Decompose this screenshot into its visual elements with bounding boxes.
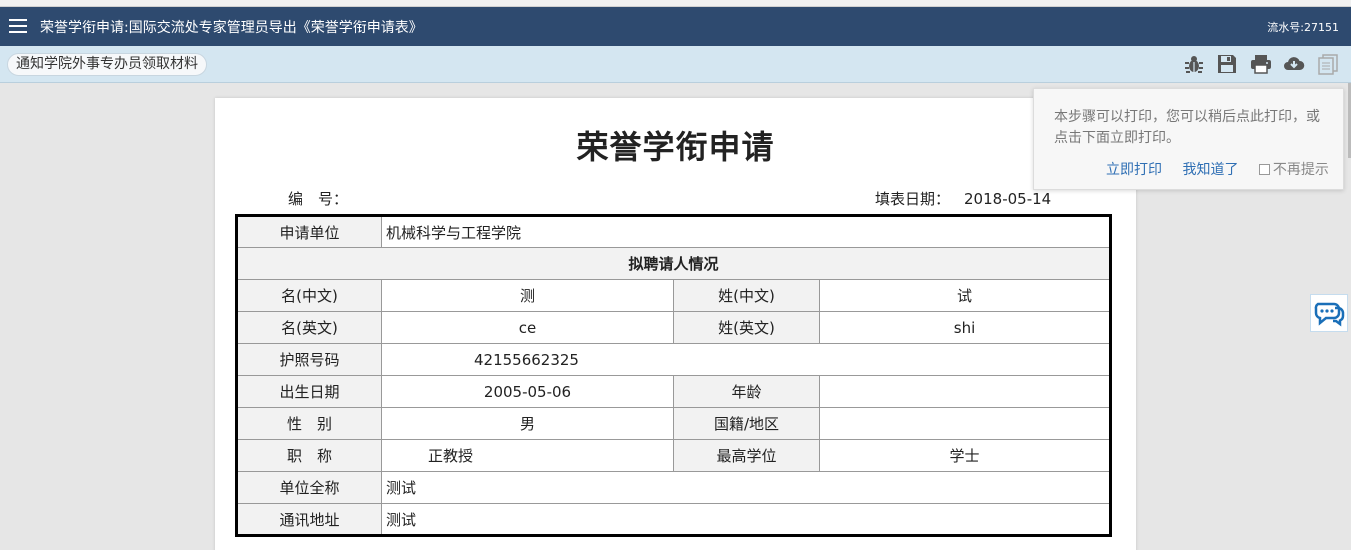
table-row: 名(英文) ce 姓(英文) shi bbox=[236, 311, 1112, 344]
given-name-cn-label: 名(中文) bbox=[236, 279, 382, 312]
given-name-en-label: 名(英文) bbox=[236, 311, 382, 344]
address-label: 通讯地址 bbox=[236, 503, 382, 536]
popup-actions: 立即打印 我知道了 不再提示 bbox=[1106, 159, 1329, 179]
chat-icon[interactable] bbox=[1310, 294, 1348, 332]
given-name-en-value: ce bbox=[381, 311, 674, 344]
passport-label: 护照号码 bbox=[236, 343, 382, 376]
unit-label: 申请单位 bbox=[236, 215, 382, 248]
window-title: 荣誉学衔申请:国际交流处专家管理员导出《荣誉学衔申请表》 bbox=[40, 20, 423, 36]
section-title: 拟聘请人情况 bbox=[235, 247, 1112, 280]
bug-icon[interactable] bbox=[1183, 53, 1205, 75]
print-icon[interactable] bbox=[1250, 53, 1272, 75]
serial-number: 流水号:27151 bbox=[1267, 21, 1339, 34]
family-name-cn-label: 姓(中文) bbox=[673, 279, 820, 312]
organization-label: 单位全称 bbox=[236, 471, 382, 504]
degree-value: 学士 bbox=[818, 439, 1112, 472]
degree-label: 最高学位 bbox=[673, 439, 820, 472]
table-row: 单位全称 测试 bbox=[236, 471, 1112, 504]
table-row: 申请单位 机械科学与工程学院 bbox=[236, 215, 1112, 248]
given-name-cn-value: 测 bbox=[381, 279, 674, 312]
got-it-link[interactable]: 我知道了 bbox=[1182, 162, 1238, 178]
document-number-label: 编 号： bbox=[288, 190, 349, 208]
save-icon[interactable] bbox=[1216, 53, 1238, 75]
passport-value: 42155662325 bbox=[380, 343, 1112, 376]
unit-value: 机械科学与工程学院 bbox=[380, 215, 1112, 248]
document-title: 荣誉学衔申请 bbox=[576, 128, 775, 166]
history-icon[interactable] bbox=[1317, 53, 1339, 75]
browser-top-strip bbox=[0, 0, 1351, 7]
professional-title-value: 正教授 bbox=[381, 439, 674, 472]
gender-label: 性 别 bbox=[236, 407, 382, 440]
no-more-checkbox[interactable] bbox=[1258, 164, 1270, 175]
toolbar: 通知学院外事专办员领取材料 bbox=[0, 46, 1351, 83]
table-row: 职 称 正教授 最高学位 学士 bbox=[236, 439, 1112, 472]
table-row: 护照号码 42155662325 bbox=[236, 343, 1112, 376]
cloud-download-icon[interactable] bbox=[1283, 53, 1305, 75]
family-name-en-value: shi bbox=[818, 311, 1112, 344]
table-row: 出生日期 2005-05-06 年龄 bbox=[236, 375, 1112, 408]
print-hint-popup: 本步骤可以打印，您可以稍后点此打印，或点击下面立即打印。 立即打印 我知道了 不… bbox=[1033, 88, 1344, 190]
nationality-value bbox=[818, 407, 1112, 440]
hamburger-menu-icon[interactable] bbox=[9, 19, 27, 33]
birth-date-value: 2005-05-06 bbox=[381, 375, 674, 408]
address-value: 测试 bbox=[380, 503, 1112, 536]
birth-date-label: 出生日期 bbox=[236, 375, 382, 408]
age-label: 年龄 bbox=[673, 375, 820, 408]
fill-date-label: 填表日期： bbox=[875, 190, 951, 208]
popup-message: 本步骤可以打印，您可以稍后点此打印，或点击下面立即打印。 bbox=[1054, 109, 1320, 146]
family-name-cn-value: 试 bbox=[818, 279, 1112, 312]
title-bar: 荣誉学衔申请:国际交流处专家管理员导出《荣誉学衔申请表》 流水号:27151 bbox=[0, 7, 1351, 46]
application-form-table: 申请单位 机械科学与工程学院 拟聘请人情况 名(中文) 测 姓(中文) 试 名(… bbox=[235, 214, 1113, 537]
gender-value: 男 bbox=[381, 407, 674, 440]
notify-collect-materials-button[interactable]: 通知学院外事专办员领取材料 bbox=[7, 53, 207, 76]
nationality-label: 国籍/地区 bbox=[673, 407, 820, 440]
table-row: 通讯地址 测试 bbox=[236, 503, 1112, 536]
no-more-label[interactable]: 不再提示 bbox=[1273, 162, 1329, 178]
document-number: 编 号： bbox=[288, 188, 348, 209]
table-row: 名(中文) 测 姓(中文) 试 bbox=[236, 279, 1112, 312]
table-row: 性 别 男 国籍/地区 bbox=[236, 407, 1112, 440]
organization-value: 测试 bbox=[380, 471, 1112, 504]
table-row: 拟聘请人情况 bbox=[235, 247, 1112, 280]
print-now-link[interactable]: 立即打印 bbox=[1106, 162, 1162, 178]
fill-date: 填表日期： 2018-05-14 bbox=[875, 188, 1051, 209]
family-name-en-label: 姓(英文) bbox=[673, 311, 820, 344]
document-paper: 荣誉学衔申请 编 号： 填表日期： 2018-05-14 申请单位 机械科学与工程… bbox=[215, 98, 1136, 550]
professional-title-label: 职 称 bbox=[236, 439, 382, 472]
age-value bbox=[818, 375, 1112, 408]
fill-date-value: 2018-05-14 bbox=[964, 190, 1052, 208]
